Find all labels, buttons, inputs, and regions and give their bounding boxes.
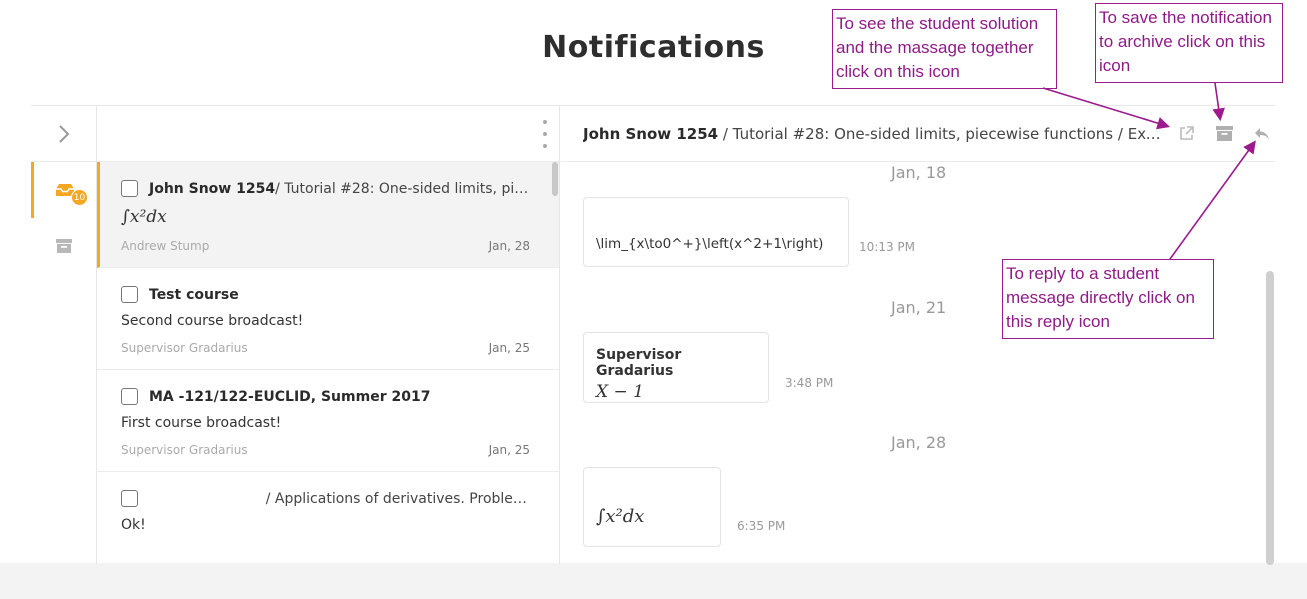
select-checkbox[interactable] (121, 180, 138, 197)
callout-reply: To reply to a student message directly c… (1002, 259, 1214, 339)
notification-body: First course broadcast! (121, 415, 282, 431)
notification-sender: John Snow 1254 (149, 180, 276, 197)
expand-rail-button[interactable] (31, 106, 96, 162)
message-time: 3:48 PM (785, 376, 834, 390)
message-time: 10:13 PM (859, 240, 915, 254)
open-external-button[interactable] (1176, 124, 1196, 144)
reply-button[interactable] (1252, 124, 1272, 144)
message-math: X − 1 (596, 382, 644, 402)
bottom-band (0, 563, 1307, 599)
notification-body: ∫x²dx (121, 207, 167, 227)
message-text: \lim_{x\to0^+}\left(x^2+1\right) (596, 236, 824, 252)
unread-count-badge: 10 (71, 189, 88, 206)
open-external-icon (1179, 126, 1194, 140)
conversation-sender: John Snow 1254 (583, 124, 719, 143)
notification-sender: Test course (149, 286, 239, 303)
reply-icon (1255, 127, 1269, 140)
notification-author: Supervisor Gradarius (121, 443, 248, 457)
notification-body: Second course broadcast! (121, 313, 304, 329)
page: Notifications 10 John Snow 1254 / Tutori… (0, 0, 1307, 599)
message-bubble: \lim_{x\to0^+}\left(x^2+1\right) (583, 197, 849, 267)
notification-date: Jan, 25 (488, 341, 530, 355)
notification-date: Jan, 28 (488, 239, 530, 253)
rail-item-archive[interactable] (31, 218, 96, 274)
day-divider: Jan, 28 (891, 433, 947, 452)
message-sender: Supervisor Gradarius (596, 347, 682, 379)
callout-open-external: To see the student solution and the mass… (832, 9, 1057, 89)
chevron-right-icon (58, 124, 69, 143)
day-divider: Jan, 21 (891, 298, 947, 317)
message-time: 6:35 PM (737, 519, 786, 533)
archive-button[interactable] (1214, 124, 1234, 144)
notification-author: Supervisor Gradarius (121, 341, 248, 355)
conversation-header: John Snow 1254 / Tutorial #28: One-sided… (561, 106, 1275, 162)
notification-path: / Tutorial #28: One-sided limits, piecew… (275, 180, 531, 197)
archive-icon (55, 239, 72, 253)
message-math: ∫x²dx (596, 506, 645, 527)
list-header (97, 106, 559, 162)
list-item[interactable]: Test course Second course broadcast! Sup… (97, 268, 559, 370)
callout-archive: To save the notification to archive clic… (1095, 3, 1283, 83)
conversation-scrollbar[interactable] (1266, 271, 1274, 565)
list-scrollbar-thumb[interactable] (552, 162, 558, 196)
list-item[interactable]: / Applications of derivatives. Problems … (97, 472, 559, 533)
notification-date: Jan, 25 (488, 443, 530, 457)
notification-sender: MA -121/122-EUCLID, Summer 2017 (149, 388, 431, 405)
rail-item-inbox[interactable]: 10 (31, 162, 96, 218)
list-scrollbar[interactable] (551, 162, 559, 564)
select-checkbox[interactable] (121, 286, 138, 303)
notification-body: Ok! (121, 517, 146, 533)
message-bubble: ∫x²dx (583, 467, 721, 547)
notification-list: John Snow 1254 / Tutorial #28: One-sided… (97, 106, 560, 564)
notification-path: / Applications of derivatives. Problems (265, 490, 531, 507)
day-divider: Jan, 18 (891, 163, 947, 182)
kebab-menu-icon[interactable] (541, 120, 549, 148)
notification-author: Andrew Stump (121, 239, 210, 253)
select-checkbox[interactable] (121, 490, 138, 507)
list-item[interactable]: John Snow 1254 / Tutorial #28: One-sided… (97, 162, 559, 268)
archive-icon (1215, 126, 1233, 141)
left-rail: 10 (31, 106, 97, 564)
message-bubble: Supervisor Gradarius X − 1 (583, 332, 769, 403)
select-checkbox[interactable] (121, 388, 138, 405)
conversation-path: / Tutorial #28: One-sided limits, piecew… (718, 124, 1168, 143)
list-item[interactable]: MA -121/122-EUCLID, Summer 2017 First co… (97, 370, 559, 472)
